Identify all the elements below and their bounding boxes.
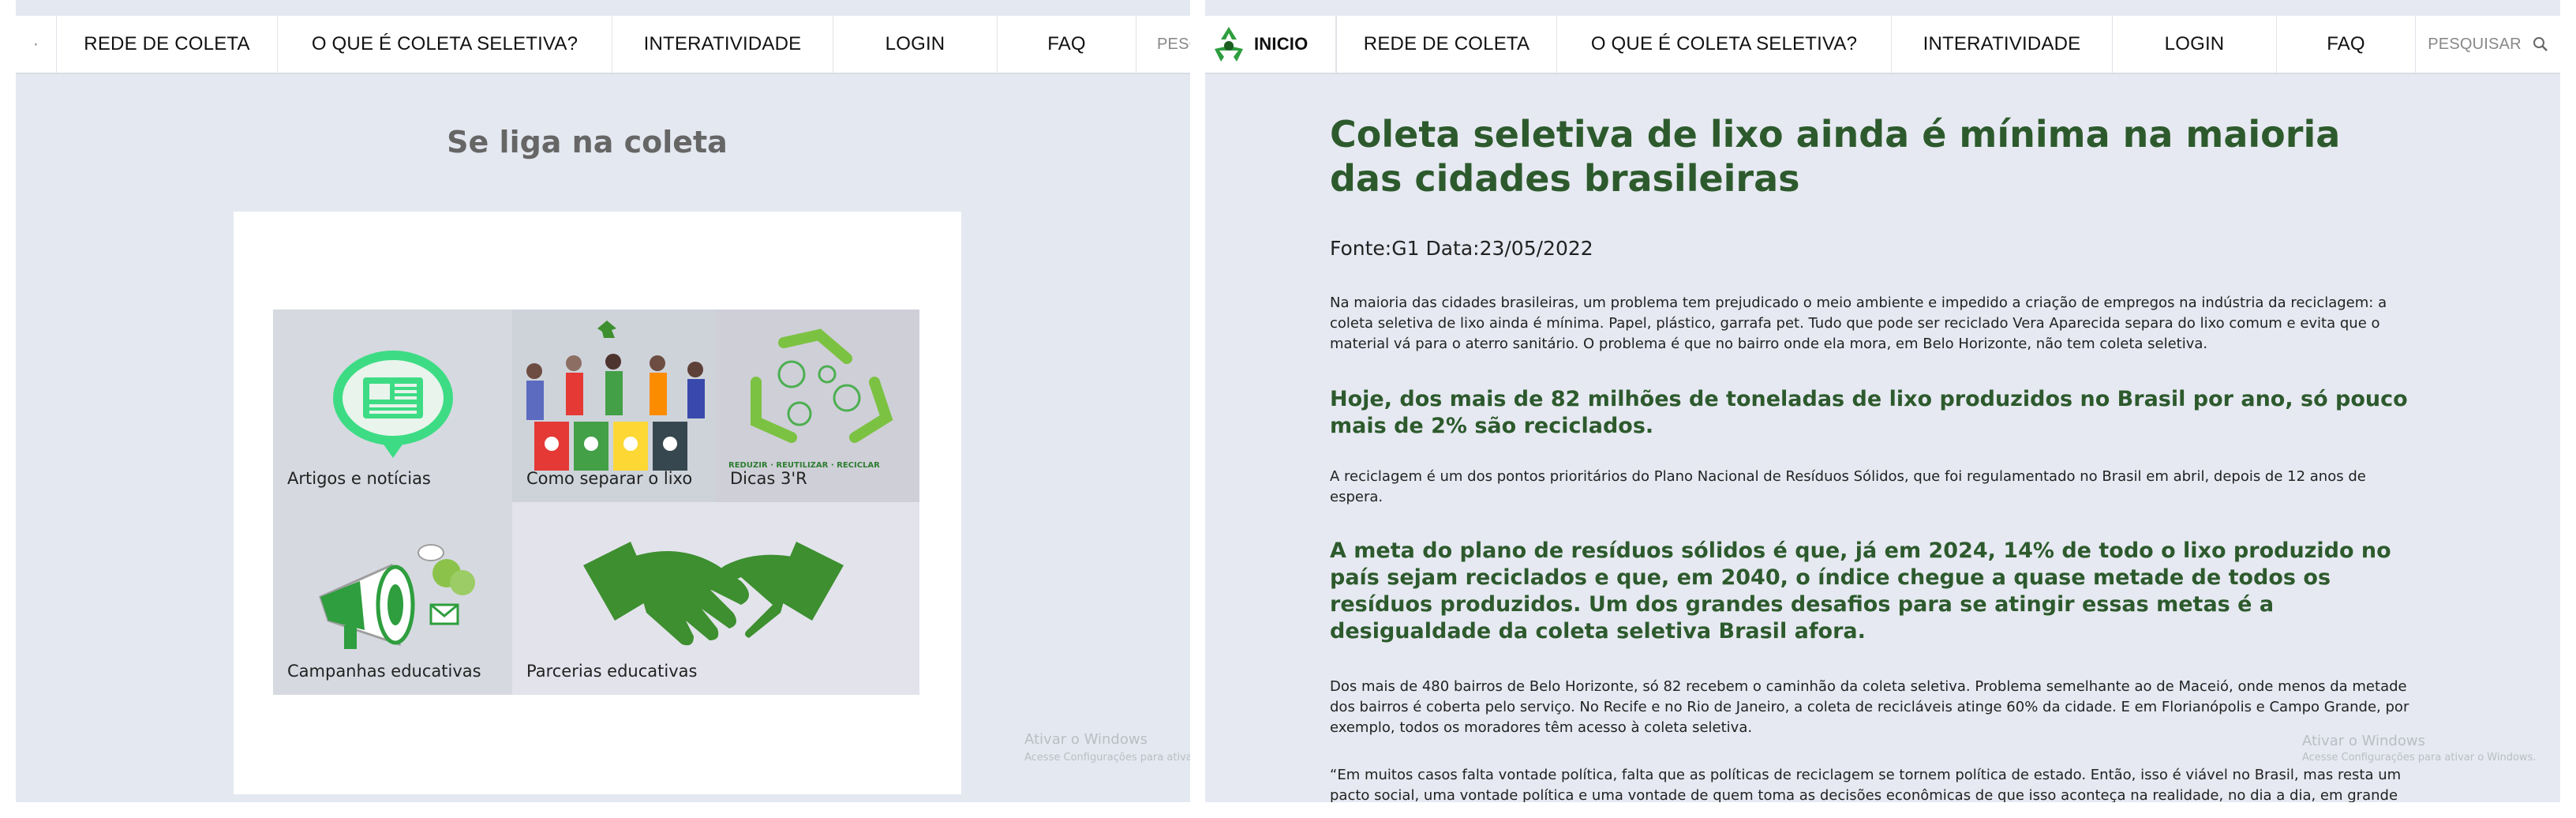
nav-item-rede-de-coleta[interactable]: REDE DE COLETA bbox=[57, 16, 278, 73]
nav-item-faq[interactable]: FAQ bbox=[2277, 16, 2416, 73]
megaphone-icon bbox=[319, 544, 475, 649]
tile-campanhas-educativas[interactable]: Campanhas educativas bbox=[273, 502, 512, 695]
recycling-people-icon bbox=[526, 321, 705, 471]
nav-item-rede-de-coleta[interactable]: REDE DE COLETA bbox=[1336, 16, 1557, 73]
nav-item-o-que-e-coleta[interactable]: O QUE É COLETA SELETIVA? bbox=[1557, 16, 1892, 73]
tile-parcerias-educativas[interactable]: Parcerias educativas bbox=[512, 502, 919, 695]
page-title: Se liga na coleta bbox=[447, 125, 728, 159]
nav-item-login[interactable]: LOGIN bbox=[833, 16, 998, 73]
logo-home-link[interactable]: INICIO bbox=[1205, 16, 1336, 73]
recycle-3r-icon bbox=[751, 328, 893, 443]
nav-item-login[interactable]: LOGIN bbox=[2113, 16, 2277, 73]
article-title: Coleta seletiva de lixo ainda é mínima n… bbox=[1330, 113, 2341, 200]
windows-watermark-subtitle: Acesse Configurações para ativar o bbox=[1024, 752, 1190, 764]
category-card: Artigos e notícias Como separar o lixo R… bbox=[234, 212, 961, 794]
windows-watermark-title: Ativar o Windows bbox=[1024, 731, 1148, 748]
recycle-logo-icon bbox=[1215, 27, 1243, 62]
tile-label: Parcerias educativas bbox=[526, 662, 698, 681]
article-highlight: Hoje, dos mais de 82 milhões de tonelada… bbox=[1330, 387, 2408, 438]
top-nav: INICIO REDE DE COLETA O QUE É COLETA SEL… bbox=[1205, 16, 2560, 74]
tile-label: Como separar o lixo bbox=[526, 469, 693, 488]
tile-dicas-3r[interactable]: REDUZIR · REUTILIZAR · RECICLAR Dicas 3'… bbox=[716, 310, 919, 502]
right-window: INICIO REDE DE COLETA O QUE É COLETA SEL… bbox=[1205, 0, 2560, 802]
article: Coleta seletiva de lixo ainda é mínima n… bbox=[1330, 112, 2419, 802]
article-paragraph: Dos mais de 480 bairros de Belo Horizont… bbox=[1330, 678, 2409, 736]
handshake-icon bbox=[583, 542, 844, 646]
search-icon[interactable] bbox=[2533, 36, 2548, 52]
nav-item-partial[interactable]: · bbox=[16, 16, 57, 73]
article-paragraph: Na maioria das cidades brasileiras, um p… bbox=[1330, 295, 2387, 352]
search-label: PESQUISAR bbox=[2428, 35, 2522, 53]
search-input[interactable]: PESQUISAR bbox=[2416, 16, 2560, 73]
tile-label: Campanhas educativas bbox=[287, 662, 481, 681]
tile-label: Artigos e notícias bbox=[287, 469, 431, 488]
tile-como-separar[interactable]: Como separar o lixo bbox=[512, 310, 716, 502]
logo-label: INICIO bbox=[1254, 34, 1309, 54]
nav-item-interatividade[interactable]: INTERATIVIDADE bbox=[1892, 16, 2113, 73]
top-nav: · REDE DE COLETA O QUE É COLETA SELETIVA… bbox=[16, 16, 1190, 74]
left-window: · REDE DE COLETA O QUE É COLETA SELETIVA… bbox=[16, 0, 1190, 802]
windows-watermark-title: Ativar o Windows bbox=[2302, 733, 2425, 749]
article-paragraph: A reciclagem é um dos pontos prioritário… bbox=[1330, 468, 2366, 505]
article-source: Fonte:G1 Data:23/05/2022 bbox=[1330, 237, 1593, 260]
tile-artigos-noticias[interactable]: Artigos e notícias bbox=[273, 310, 512, 502]
article-quote: “Em muitos casos falta vontade política,… bbox=[1330, 767, 2402, 802]
nav-item-faq[interactable]: FAQ bbox=[998, 16, 1136, 73]
search-input-partial[interactable]: PESC bbox=[1136, 16, 1190, 73]
nav-item-o-que-e-coleta[interactable]: O QUE É COLETA SELETIVA? bbox=[278, 16, 612, 73]
windows-watermark-subtitle: Acesse Configurações para ativar o Windo… bbox=[2302, 752, 2537, 764]
news-chat-icon bbox=[333, 351, 453, 458]
article-highlight: A meta do plano de resíduos sólidos é qu… bbox=[1330, 538, 2391, 644]
tile-label: Dicas 3'R bbox=[730, 469, 807, 488]
nav-item-interatividade[interactable]: INTERATIVIDADE bbox=[612, 16, 833, 73]
